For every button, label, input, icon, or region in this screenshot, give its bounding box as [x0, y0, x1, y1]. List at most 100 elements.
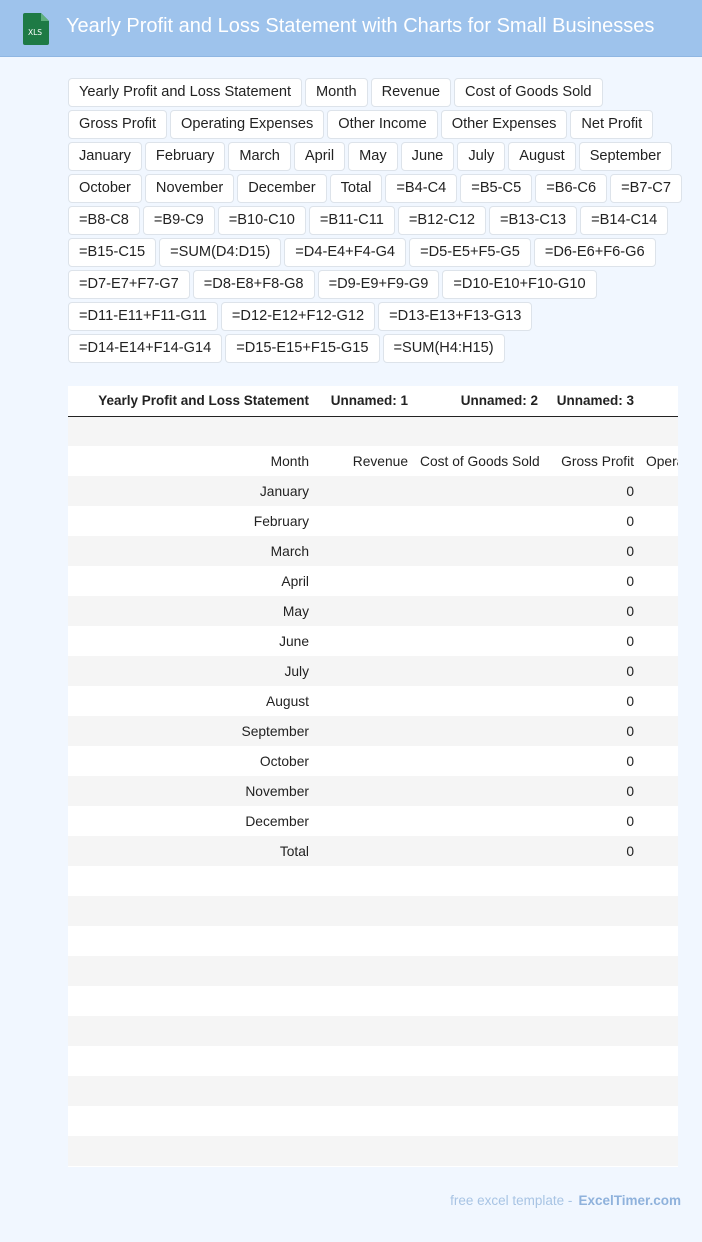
- table-cell: [315, 1136, 414, 1166]
- cell-chip[interactable]: April: [293, 142, 346, 171]
- table-cell: [414, 506, 544, 536]
- cell-chip[interactable]: =B8-C8: [68, 206, 140, 235]
- cell-chip[interactable]: February: [144, 142, 226, 171]
- table-cell: [640, 656, 678, 686]
- table-cell: [315, 716, 414, 746]
- column-header: Yearly Profit and Loss Statement: [68, 386, 315, 417]
- cell-chip[interactable]: =B7-C7: [610, 174, 682, 203]
- cell-chip[interactable]: =B6-C6: [535, 174, 608, 203]
- cell-chip[interactable]: November: [144, 174, 235, 203]
- table-row: 0: [68, 416, 678, 446]
- table-cell: [315, 896, 414, 926]
- table-row: 1MonthRevenueCost of Goods SoldGross Pro…: [68, 446, 678, 476]
- cell-chip[interactable]: =D13-E13+F13-G13: [378, 302, 533, 331]
- cell-chip[interactable]: March: [228, 142, 291, 171]
- cell-chip[interactable]: =D7-E7+F7-G7: [68, 270, 190, 299]
- cell-chip[interactable]: Yearly Profit and Loss Statement: [68, 78, 303, 107]
- cell-chip[interactable]: =D15-E15+F15-G15: [225, 334, 380, 363]
- cell-chip[interactable]: Other Income: [327, 110, 438, 139]
- table-cell: 0: [544, 566, 640, 596]
- cell-chip[interactable]: =B12-C12: [397, 206, 486, 235]
- table-cell: [68, 926, 315, 956]
- table-cell: [315, 1076, 414, 1106]
- table-cell: [68, 416, 315, 446]
- cell-chip[interactable]: Month: [305, 78, 368, 107]
- table-cell: [544, 986, 640, 1016]
- cell-chip[interactable]: =B4-C4: [385, 174, 458, 203]
- table-row: 20: [68, 1016, 678, 1046]
- cell-chip[interactable]: =B10-C10: [217, 206, 306, 235]
- cell-chip[interactable]: Cost of Goods Sold: [454, 78, 603, 107]
- cell-chip[interactable]: =B14-C14: [580, 206, 669, 235]
- table-cell: [414, 686, 544, 716]
- table-cell: [315, 506, 414, 536]
- table-cell: [414, 596, 544, 626]
- cell-chip[interactable]: =B5-C5: [460, 174, 533, 203]
- page-title: Yearly Profit and Loss Statement with Ch…: [66, 15, 655, 37]
- cell-chip[interactable]: =D12-E12+F12-G12: [220, 302, 376, 331]
- cell-chip[interactable]: August: [508, 142, 576, 171]
- cell-chip[interactable]: =SUM(D4:D15): [159, 238, 282, 267]
- table-cell: [414, 926, 544, 956]
- table-cell: [315, 536, 414, 566]
- cell-chip[interactable]: =D14-E14+F14-G14: [68, 334, 223, 363]
- table-cell: 0: [544, 686, 640, 716]
- table-cell: April: [68, 566, 315, 596]
- table-cell: [414, 1046, 544, 1076]
- cell-chip[interactable]: =D4-E4+F4-G4: [284, 238, 407, 267]
- cell-chip[interactable]: =SUM(H4:H15): [382, 334, 505, 363]
- table-cell: [640, 776, 678, 806]
- table-cell: [544, 926, 640, 956]
- cell-chip[interactable]: Total: [329, 174, 383, 203]
- cell-chip[interactable]: =B9-C9: [142, 206, 215, 235]
- table-cell: [640, 536, 678, 566]
- cell-chip[interactable]: Operating Expenses: [170, 110, 325, 139]
- cell-chip[interactable]: =D6-E6+F6-G6: [533, 238, 656, 267]
- table-cell: 0: [544, 626, 640, 656]
- cell-chip[interactable]: =D10-E10+F10-G10: [442, 270, 597, 299]
- table-cell: November: [68, 776, 315, 806]
- cell-chip[interactable]: Gross Profit: [68, 110, 168, 139]
- cell-chip[interactable]: =B15-C15: [68, 238, 157, 267]
- table-cell: [640, 866, 678, 896]
- table-cell: [640, 956, 678, 986]
- column-header: [640, 386, 678, 417]
- footer-brand-link[interactable]: ExcelTimer.com: [578, 1193, 681, 1208]
- cell-chip[interactable]: =B13-C13: [489, 206, 578, 235]
- cell-chip[interactable]: Net Profit: [570, 110, 654, 139]
- table-cell: [414, 1016, 544, 1046]
- cell-chip[interactable]: October: [68, 174, 142, 203]
- table-cell: 0: [544, 656, 640, 686]
- table-cell: [414, 1106, 544, 1136]
- cell-chip[interactable]: =D5-E5+F5-G5: [409, 238, 531, 267]
- cell-chip[interactable]: December: [237, 174, 327, 203]
- table-cell: 0: [544, 536, 640, 566]
- cell-chip[interactable]: =B11-C11: [308, 206, 395, 235]
- table-cell: [315, 596, 414, 626]
- cell-chip[interactable]: July: [457, 142, 506, 171]
- table-cell: [640, 1016, 678, 1046]
- table-header-row: Yearly Profit and Loss Statement Unnamed:…: [68, 386, 678, 417]
- table-cell: [68, 956, 315, 986]
- cell-chip[interactable]: =D9-E9+F9-G9: [317, 270, 440, 299]
- table-cell: June: [68, 626, 315, 656]
- table-cell: [414, 416, 544, 446]
- cell-chip[interactable]: =D11-E11+F11-G11: [68, 302, 218, 331]
- table-cell: [414, 1076, 544, 1106]
- cell-chip[interactable]: Other Expenses: [440, 110, 568, 139]
- table-cell: February: [68, 506, 315, 536]
- table-cell: [640, 506, 678, 536]
- cell-chip[interactable]: May: [348, 142, 398, 171]
- cell-chip[interactable]: September: [578, 142, 673, 171]
- cell-chip[interactable]: June: [400, 142, 455, 171]
- table-row: 11October0: [68, 746, 678, 776]
- cell-chip[interactable]: January: [68, 142, 142, 171]
- cell-chip[interactable]: =D8-E8+F8-G8: [192, 270, 315, 299]
- table-cell: [414, 866, 544, 896]
- table-cell: [640, 596, 678, 626]
- table-cell: [544, 1106, 640, 1136]
- table-row: 2January0: [68, 476, 678, 506]
- table-cell: [640, 716, 678, 746]
- table-cell: [640, 746, 678, 776]
- cell-chip[interactable]: Revenue: [370, 78, 451, 107]
